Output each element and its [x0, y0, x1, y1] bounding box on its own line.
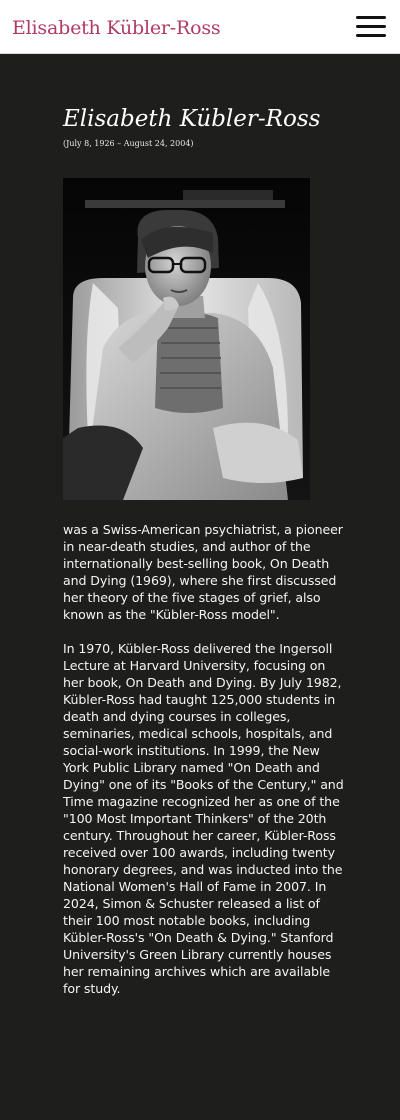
- menu-bar: [356, 34, 386, 37]
- hamburger-menu-icon[interactable]: [356, 16, 386, 38]
- menu-bar: [356, 25, 386, 28]
- portrait-illustration: [63, 178, 310, 500]
- bio-paragraph: In 1970, Kübler-Ross delivered the Inger…: [63, 641, 344, 996]
- site-header: Elisabeth Kübler-Ross: [0, 0, 400, 54]
- life-dates: (July 8, 1926 – August 24, 2004): [63, 139, 194, 148]
- bio-paragraph: was a Swiss-American psychiatrist, a pio…: [63, 522, 343, 622]
- biography: was a Swiss-American psychiatrist, a pio…: [63, 521, 348, 1014]
- portrait-photo: [63, 178, 310, 500]
- site-title[interactable]: Elisabeth Kübler-Ross: [12, 17, 221, 39]
- main-content: Elisabeth Kübler-Ross (July 8, 1926 – Au…: [0, 55, 400, 1120]
- page-title: Elisabeth Kübler-Ross: [63, 106, 321, 132]
- menu-bar: [356, 16, 386, 19]
